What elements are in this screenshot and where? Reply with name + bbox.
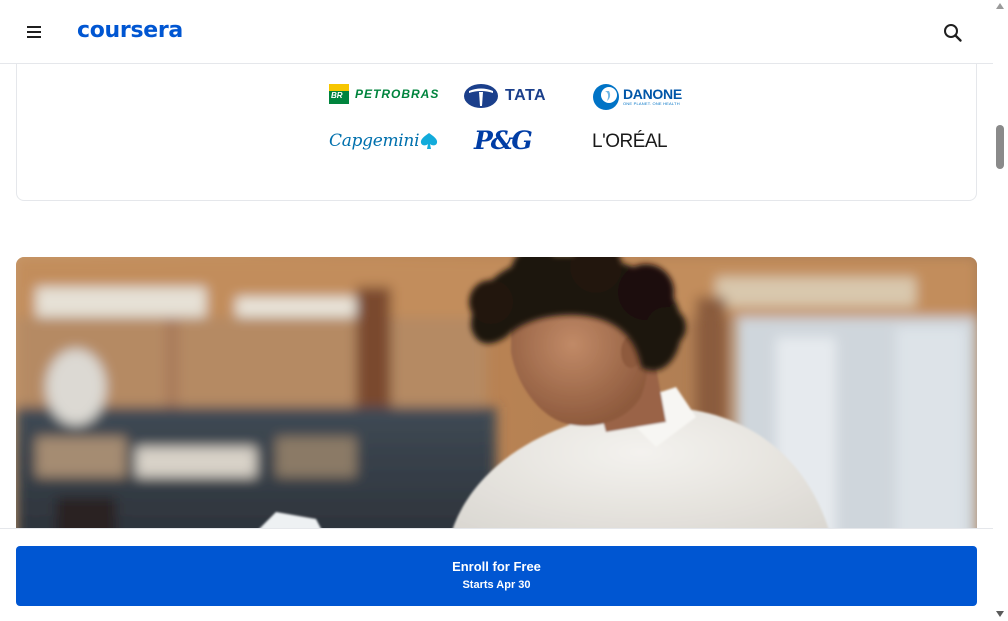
partner-logos-card: BR PETROBRAS TATA DANONE ONE PLANET. ONE… <box>16 40 977 201</box>
scrollbar-thumb[interactable] <box>996 125 1004 169</box>
page: coursera BR PETROBRAS TATA DANONE ONE PL… <box>0 0 1008 621</box>
scroll-up-arrow-icon[interactable] <box>996 3 1004 9</box>
danone-tagline: ONE PLANET. ONE HEALTH <box>623 101 680 106</box>
capgemini-wordmark: Capgemini <box>329 131 420 151</box>
pg-wordmark: P&G <box>474 126 533 155</box>
coursera-logo[interactable]: coursera <box>77 15 183 47</box>
capgemini-spade-icon <box>421 133 438 149</box>
tata-logo: TATA <box>463 83 546 109</box>
loreal-logo: L'ORÉAL <box>592 131 668 153</box>
petrobras-wordmark: PETROBRAS <box>355 87 440 101</box>
tata-wordmark: TATA <box>505 87 547 104</box>
hamburger-menu-icon[interactable] <box>24 22 44 42</box>
danone-emblem-icon <box>593 84 619 110</box>
capgemini-logo: Capgemini <box>329 131 439 151</box>
enroll-button-label: Enroll for Free <box>452 559 541 574</box>
danone-logo: DANONE ONE PLANET. ONE HEALTH <box>592 83 682 111</box>
tata-emblem-icon <box>464 84 498 108</box>
vertical-scrollbar[interactable] <box>993 0 1008 621</box>
pg-logo: P&G <box>474 126 533 155</box>
search-icon[interactable] <box>940 20 966 46</box>
enroll-sticky-bar: Enroll for Free Starts Apr 30 <box>0 528 993 621</box>
loreal-wordmark: L'ORÉAL <box>592 131 668 152</box>
student-studying-photo <box>16 257 977 557</box>
danone-wordmark: DANONE <box>623 86 682 102</box>
petrobras-badge-icon: BR <box>329 84 349 104</box>
scroll-down-arrow-icon[interactable] <box>996 611 1004 617</box>
enroll-for-free-button[interactable]: Enroll for Free Starts Apr 30 <box>16 546 977 606</box>
top-navigation-bar: coursera <box>0 0 993 64</box>
petrobras-logo: BR PETROBRAS <box>329 84 439 104</box>
enroll-start-date: Starts Apr 30 <box>462 579 531 591</box>
